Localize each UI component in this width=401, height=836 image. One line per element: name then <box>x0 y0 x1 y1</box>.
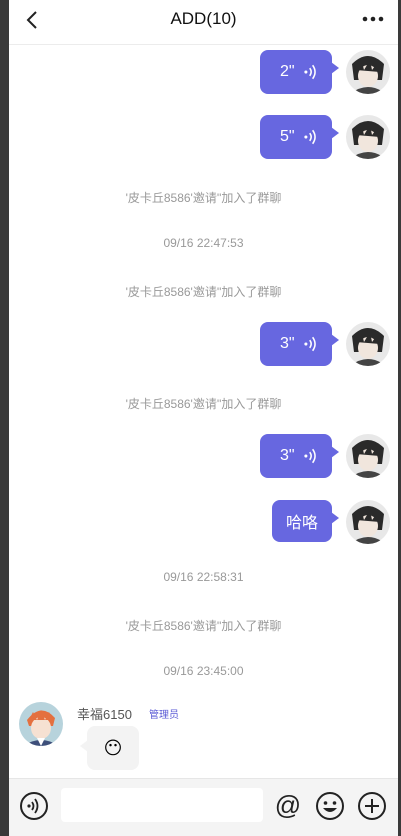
voice-input-icon[interactable] <box>19 791 49 821</box>
top-bar: ADD(10) <box>9 0 398 45</box>
svg-text:@: @ <box>275 791 301 820</box>
timestamp: 09/16 22:47:53 <box>163 236 244 250</box>
message-outgoing: 5" <box>150 115 390 161</box>
at-icon[interactable]: @ <box>273 791 303 821</box>
voice-message-bubble[interactable]: 5" <box>260 115 339 159</box>
avatar[interactable] <box>346 322 390 366</box>
emoji-icon[interactable] <box>315 791 345 821</box>
voice-message-bubble[interactable]: 3" <box>260 434 339 478</box>
voice-wave-icon <box>303 336 316 352</box>
page-title: ADD(10) <box>170 9 237 28</box>
system-notice: '皮卡丘8586'邀请''加入了群聊 <box>125 285 282 299</box>
system-notice: '皮卡丘8586'邀请''加入了群聊 <box>125 191 282 205</box>
avatar[interactable] <box>346 500 390 544</box>
sender-name: 幸福6150 <box>77 707 132 722</box>
message-outgoing: 3" <box>150 434 390 480</box>
voice-wave-icon <box>303 448 316 464</box>
admin-badge: 管理员 <box>149 710 179 721</box>
voice-duration: 5" <box>280 128 295 145</box>
system-notice: '皮卡丘8586'邀请''加入了群聊 <box>125 619 282 633</box>
avatar[interactable] <box>346 115 390 159</box>
voice-wave-icon <box>303 129 316 145</box>
text-message-bubble[interactable]: 哈咯 <box>271 500 340 542</box>
system-notice: '皮卡丘8586'邀请''加入了群聊 <box>125 397 282 411</box>
voice-message-bubble[interactable]: 2" <box>260 50 339 94</box>
more-dots-icon[interactable] <box>362 12 384 26</box>
voice-duration: 2" <box>280 63 295 80</box>
emoji-message-bubble[interactable]: 😶 <box>80 726 139 770</box>
voice-duration: 3" <box>280 447 295 464</box>
message-outgoing: 2" <box>150 50 390 96</box>
avatar[interactable] <box>346 434 390 478</box>
avatar[interactable] <box>19 702 63 746</box>
voice-wave-icon <box>303 64 316 80</box>
plus-icon[interactable] <box>357 791 387 821</box>
message-incoming: 幸福6150 管理员 😶 <box>19 702 319 772</box>
voice-message-bubble[interactable]: 3" <box>260 322 339 366</box>
message-outgoing: 3" <box>150 322 390 368</box>
message-input[interactable] <box>61 788 263 822</box>
input-bar: @ <box>9 778 398 836</box>
timestamp: 09/16 22:58:31 <box>163 570 244 584</box>
chat-window: ADD(10) 2" 5" '皮卡丘8586'邀请''加入了群聊 09/16 2… <box>9 0 398 836</box>
voice-duration: 3" <box>280 335 295 352</box>
message-outgoing: 哈咯 <box>150 500 390 546</box>
avatar[interactable] <box>346 50 390 94</box>
timestamp: 09/16 23:45:00 <box>163 664 244 678</box>
